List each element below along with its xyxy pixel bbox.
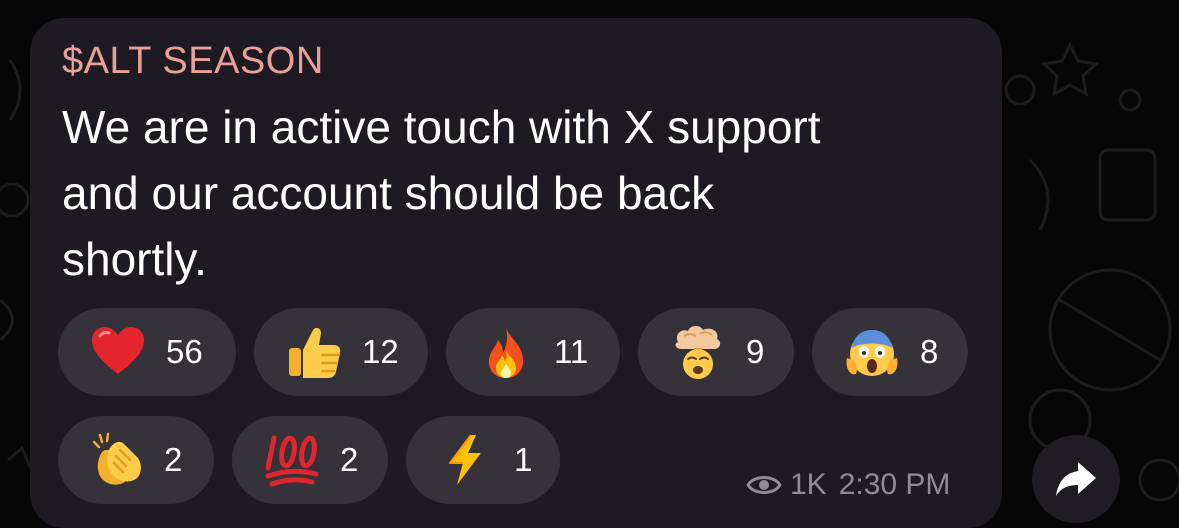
message-line: shortly. <box>62 233 207 285</box>
reaction-hundred-points[interactable]: 2 <box>232 416 388 504</box>
reaction-count: 11 <box>554 333 589 370</box>
reaction-high-voltage[interactable]: 1 <box>406 416 560 504</box>
reaction-clapping-hands[interactable]: 2 <box>58 416 214 504</box>
message-line: We are in active touch with X support <box>62 101 821 153</box>
thumbs-up-icon <box>289 327 341 378</box>
clapping-hands-icon <box>92 432 141 485</box>
reaction-count: 9 <box>746 333 765 370</box>
message-line: and our account should be back <box>62 167 715 219</box>
forward-arrow-icon <box>1056 462 1096 496</box>
reaction-thumbs-up[interactable]: 12 <box>254 308 428 396</box>
reaction-fire[interactable]: 11 <box>446 308 620 396</box>
reaction-heart[interactable]: 56 <box>58 308 236 396</box>
reaction-count: 12 <box>362 333 399 370</box>
exploding-head-icon <box>675 325 721 379</box>
reaction-count: 2 <box>340 441 359 478</box>
sender-name[interactable]: $ALT SEASON <box>62 40 324 83</box>
view-count: 1K <box>790 468 827 501</box>
message-text: We are in active touch with X support an… <box>62 94 962 292</box>
hundred-points-icon <box>265 435 319 487</box>
message-time: 2:30 PM <box>838 468 951 501</box>
eye-icon <box>746 476 782 494</box>
message-bubble[interactable]: $ALT SEASON We are in active touch with … <box>30 18 1002 528</box>
fire-icon <box>488 327 524 378</box>
reaction-exploding-head[interactable]: 9 <box>638 308 794 396</box>
screaming-face-icon <box>846 330 898 376</box>
reaction-screaming-face[interactable]: 8 <box>812 308 968 396</box>
reaction-count: 1 <box>514 441 533 478</box>
message-meta: 1K 2:30 PM <box>746 465 950 505</box>
reaction-count: 8 <box>920 333 939 370</box>
reaction-count: 2 <box>164 441 183 478</box>
forward-button[interactable] <box>1032 435 1120 523</box>
reaction-count: 56 <box>166 333 203 370</box>
red-heart-icon <box>92 327 144 374</box>
high-voltage-icon <box>449 434 481 485</box>
